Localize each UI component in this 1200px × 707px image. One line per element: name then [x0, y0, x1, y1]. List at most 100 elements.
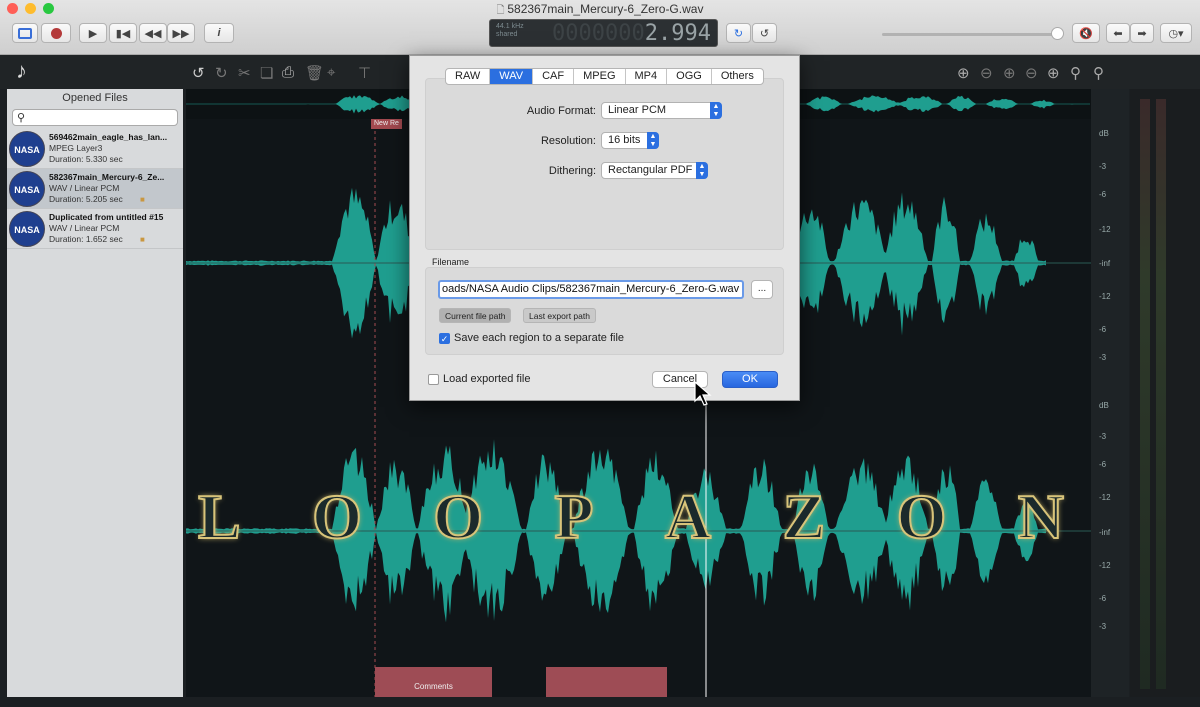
mute-button[interactable]: 🔇 — [1072, 23, 1100, 43]
load-exported-checkbox[interactable] — [428, 374, 439, 385]
chevron-up-down-icon: ▲ ▼ — [647, 132, 659, 149]
sidebar-title: Opened Files — [62, 92, 128, 104]
back-button[interactable]: ⬅ — [1106, 23, 1130, 43]
volume-slider-track[interactable] — [882, 33, 1057, 36]
audio-format-label: Audio Format: — [526, 105, 596, 117]
rewind-button[interactable]: ◀◀ — [139, 23, 167, 43]
current-file-path-button[interactable]: Current file path — [439, 308, 512, 323]
time-readout: 00000002.994 — [552, 21, 711, 46]
comment-region[interactable]: Comments — [375, 667, 492, 697]
ruler-label: -inf — [1099, 528, 1111, 537]
zoom-selection-icon[interactable]: ⊕ — [1003, 64, 1016, 82]
ruler-label: -12 — [1099, 225, 1111, 234]
file-type: MPEG Layer3 — [49, 143, 103, 153]
loop-region-button[interactable]: ↺ — [752, 23, 777, 43]
forward-button[interactable]: ➡ — [1130, 23, 1154, 43]
tab-ogg[interactable]: OGG — [667, 69, 712, 84]
zoom-in-icon[interactable]: ⊕ — [957, 64, 970, 82]
ok-button[interactable]: OK — [722, 371, 778, 388]
mouse-cursor-icon — [694, 381, 712, 406]
play-button[interactable]: ▶ — [79, 23, 107, 43]
loop-region-icon: ↺ — [759, 27, 770, 40]
copy-icon[interactable]: ❏ — [260, 64, 273, 82]
sidebar-toggle-button[interactable] — [12, 23, 38, 43]
window-title: 🗋 582367main_Mercury-6_Zero-G.wav — [0, 2, 1200, 20]
tab-wav[interactable]: WAV — [490, 69, 534, 84]
history-button[interactable]: ◷▾ — [1160, 23, 1192, 43]
crop-icon[interactable]: ⌖ — [327, 64, 335, 81]
skip-start-icon: ▮◀ — [115, 27, 131, 40]
nasa-logo-icon: NASA — [9, 131, 45, 167]
zoom-vertical-out-icon[interactable]: ⚲ — [1093, 64, 1104, 82]
zoom-out-icon[interactable]: ⊖ — [980, 64, 993, 82]
ruler-label: -3 — [1099, 622, 1107, 631]
file-duration: Duration: 5.205 sec — [49, 194, 123, 204]
export-dialog: Audio Format: Linear PCM ▲ ▼ Resolution: … — [409, 55, 800, 401]
redo-icon[interactable]: ↻ — [215, 64, 228, 82]
comment-region[interactable] — [546, 667, 667, 697]
info-button[interactable]: i — [204, 23, 234, 43]
file-duration: Duration: 1.652 sec — [49, 234, 123, 244]
sidebar-search-field[interactable]: ⚲ — [12, 109, 178, 126]
load-exported-label: Load exported file — [443, 373, 531, 385]
file-list-item[interactable]: NASA Duplicated from untitled #15 WAV / … — [7, 209, 183, 249]
file-list-item-selected[interactable]: NASA 582367main_Mercury-6_Ze... WAV / Li… — [7, 169, 183, 209]
tab-mp4[interactable]: MP4 — [626, 69, 668, 84]
normalize-icon[interactable]: ⊤ — [358, 64, 371, 82]
history-icon: ◷▾ — [1168, 27, 1184, 40]
sidebar-icon — [18, 27, 32, 39]
loop-button[interactable]: ↻ — [726, 23, 751, 43]
record-button[interactable] — [41, 23, 71, 43]
audio-format-select[interactable]: Linear PCM ▲ ▼ — [601, 102, 722, 119]
tab-raw[interactable]: RAW — [446, 69, 491, 84]
filename-input[interactable]: oads/NASA Audio Clips/582367main_Mercury… — [438, 280, 744, 299]
tab-mpeg[interactable]: MPEG — [574, 69, 626, 84]
file-name: 569462main_eagle_has_lan... — [49, 132, 168, 142]
tab-others[interactable]: Others — [712, 69, 763, 84]
dithering-value: Rectangular PDF — [608, 164, 693, 176]
sample-rate: 44.1 kHz — [496, 23, 524, 30]
separate-file-checkbox[interactable]: ✓ — [439, 333, 450, 344]
marker-flag[interactable]: New Re — [371, 119, 402, 129]
nasa-logo-icon: NASA — [9, 171, 45, 207]
watermark-letter: N — [1017, 480, 1065, 553]
cut-icon[interactable]: ✂ — [238, 64, 251, 82]
file-name: 582367main_Mercury-6_Ze... — [49, 172, 165, 182]
volume-slider-knob[interactable] — [1051, 27, 1064, 40]
ruler-label: -12 — [1099, 493, 1111, 502]
skip-start-button[interactable]: ▮◀ — [109, 23, 137, 43]
trash-icon[interactable]: 🗑 — [305, 64, 324, 82]
ruler-label: dB — [1099, 129, 1109, 138]
paste-icon[interactable]: ⎙ — [282, 64, 294, 81]
lock-icon: ■ — [140, 195, 145, 204]
watermark-letter: L — [197, 480, 242, 553]
comment-label: Comments — [414, 682, 453, 691]
tab-caf[interactable]: CAF — [533, 69, 575, 84]
zoom-fit-icon[interactable]: ⊖ — [1025, 64, 1038, 82]
zoom-vertical-in-icon[interactable]: ⚲ — [1070, 64, 1081, 82]
rewind-icon: ◀◀ — [144, 27, 162, 40]
browse-button[interactable]: ... — [751, 280, 773, 299]
watermark-letter: P — [553, 480, 594, 553]
zoom-vertical-icon[interactable]: ⊕ — [1047, 64, 1060, 82]
undo-icon[interactable]: ↺ — [192, 64, 205, 82]
ruler-label: dB — [1099, 401, 1109, 410]
last-export-path-button[interactable]: Last export path — [523, 308, 596, 323]
music-note-icon: ♪ — [16, 58, 27, 83]
dithering-select[interactable]: Rectangular PDF ▲ ▼ — [601, 162, 708, 179]
watermark-letter: O — [432, 480, 484, 553]
fast-forward-button[interactable]: ▶▶ — [167, 23, 195, 43]
record-icon — [50, 27, 62, 39]
audio-format-value: Linear PCM — [608, 104, 667, 116]
watermark-letter: Z — [782, 480, 827, 553]
file-duration: Duration: 5.330 sec — [49, 154, 123, 164]
dithering-label: Dithering: — [548, 165, 596, 177]
file-type: WAV / Linear PCM — [49, 223, 120, 233]
marker-label: New Re — [374, 120, 399, 127]
resolution-select[interactable]: 16 bits ▲ ▼ — [601, 132, 659, 149]
ruler-label: -3 — [1099, 162, 1107, 171]
separate-file-label: Save each region to a separate file — [454, 332, 625, 344]
file-list-item[interactable]: NASA 569462main_eagle_has_lan... MPEG La… — [7, 129, 183, 169]
loopazon-watermark: L O O P A Z O N — [186, 480, 1076, 554]
search-icon: ⚲ — [17, 112, 26, 124]
